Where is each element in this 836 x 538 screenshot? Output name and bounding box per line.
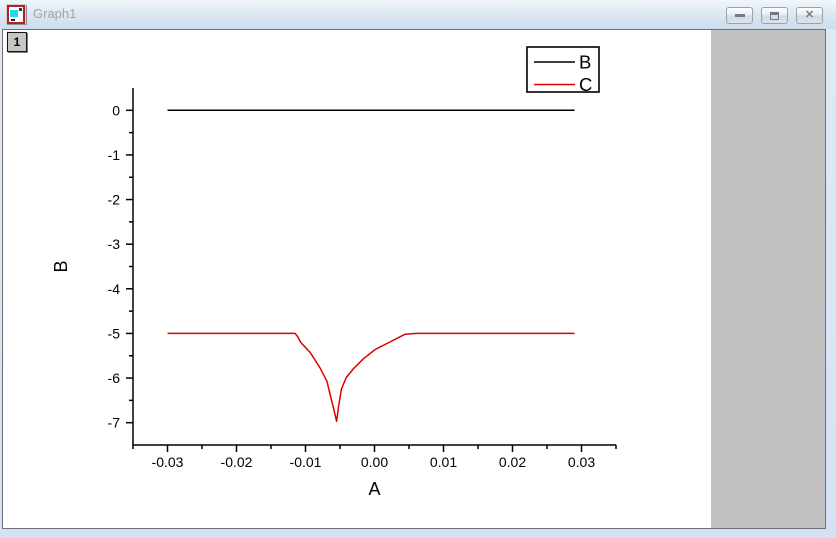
- y-tick-label: -6: [108, 370, 121, 386]
- window-title: Graph1: [33, 6, 77, 21]
- x-tick-label: 0.02: [499, 454, 526, 470]
- y-tick-label: -7: [108, 415, 121, 431]
- graph-page[interactable]: 1 -0.03 -0.02 -0.01 0.00 0.01 0.02 0.03 0 -1 -2 -3…: [3, 30, 711, 528]
- y-tick-label: -3: [108, 236, 121, 252]
- x-axis-title[interactable]: A: [368, 479, 380, 499]
- client-area: 1 -0.03 -0.02 -0.01 0.00 0.01 0.02 0.03 0 -1 -2 -3…: [2, 29, 826, 529]
- titlebar[interactable]: Graph1 ✕: [0, 0, 836, 29]
- minimize-icon: [734, 14, 745, 17]
- close-button[interactable]: ✕: [796, 7, 823, 24]
- minimize-button[interactable]: [726, 7, 753, 24]
- x-tick-label: -0.02: [221, 454, 253, 470]
- legend-label-C: C: [579, 74, 592, 95]
- chart-svg: -0.03 -0.02 -0.01 0.00 0.01 0.02 0.03 0 -1 -2 -3 -4…: [51, 46, 617, 499]
- x-tick-label: 0.01: [430, 454, 457, 470]
- y-tick-label: 0: [112, 102, 120, 118]
- y-tick-label: -1: [108, 147, 121, 163]
- graph-window: Graph1 ✕ 1 -0.03 -0.02 -0.01 0.00 0.01 0.02 0.…: [0, 0, 836, 538]
- y-tick-label: -2: [108, 192, 121, 208]
- restore-button[interactable]: [761, 7, 788, 24]
- x-tick-label: 0.03: [568, 454, 595, 470]
- graph-window-icon[interactable]: [6, 4, 26, 24]
- series-line-C[interactable]: [167, 332, 575, 423]
- graph-icon-frame: [7, 5, 25, 24]
- restore-icon: [770, 11, 779, 20]
- graph-icon-dot: [19, 8, 22, 11]
- y-axis-title[interactable]: B: [51, 260, 71, 272]
- x-tick-label: 0.00: [361, 454, 388, 470]
- x-tick-label: -0.03: [152, 454, 184, 470]
- x-tick-label: -0.01: [290, 454, 322, 470]
- legend-label-B: B: [579, 52, 591, 73]
- window-controls: ✕: [726, 7, 823, 24]
- close-icon: ✕: [804, 9, 815, 21]
- layer-1-button[interactable]: 1: [7, 32, 27, 52]
- graph-icon-mark: [11, 19, 15, 21]
- y-tick-label: -4: [108, 281, 121, 297]
- y-tick-label: -5: [108, 325, 121, 341]
- graph-icon-screen: [10, 10, 18, 17]
